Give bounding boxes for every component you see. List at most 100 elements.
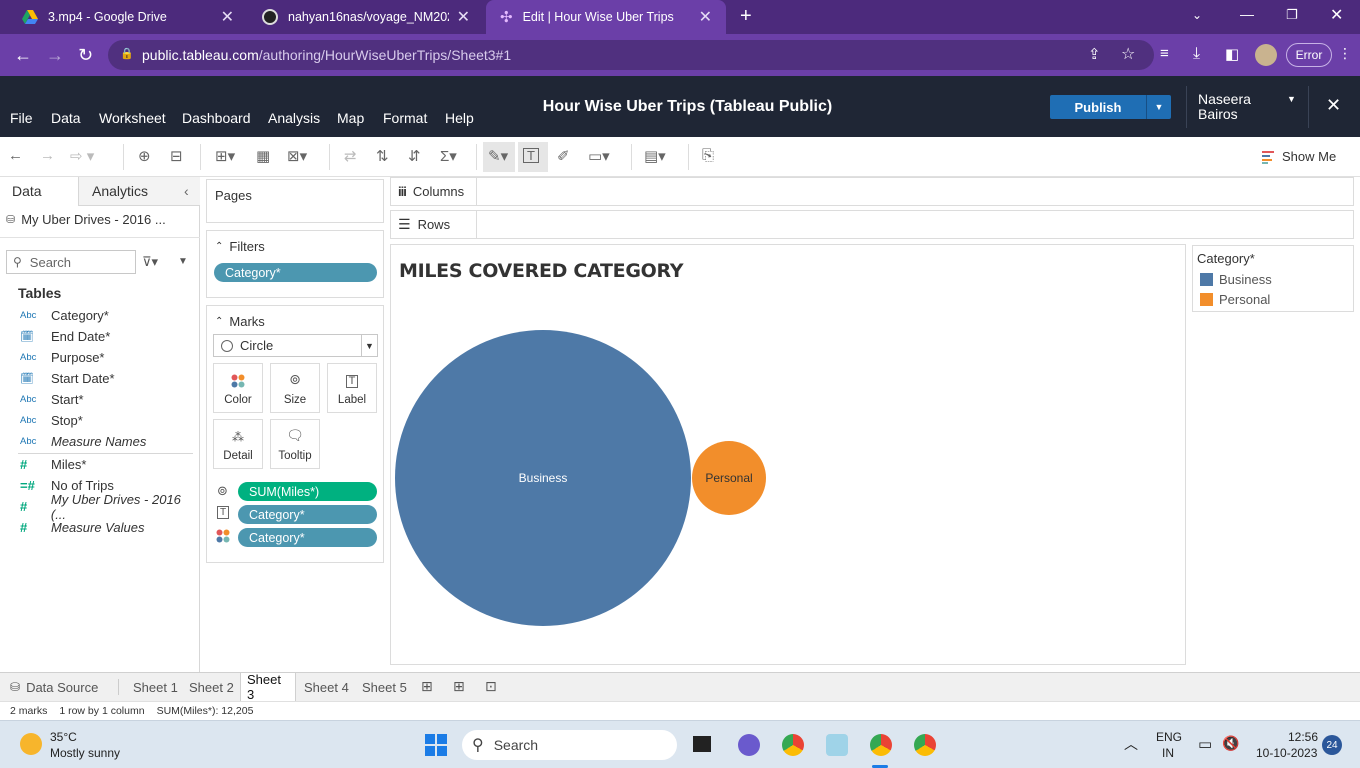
sort-ascending-icon[interactable]: ⇅ — [376, 147, 389, 165]
weather-sun-icon[interactable] — [20, 733, 42, 755]
chevron-down-icon[interactable]: ▼ — [1147, 95, 1171, 119]
chevron-down-icon[interactable]: ▼ — [1287, 94, 1296, 104]
chrome-profile-icon[interactable] — [870, 734, 892, 756]
swap-icon[interactable]: ⇄ — [344, 147, 357, 165]
undo-icon[interactable]: ← — [8, 147, 23, 164]
rows-shelf[interactable]: ☰ Rows — [390, 210, 1354, 239]
sheet-tab-5[interactable]: Sheet 5 — [356, 673, 413, 701]
close-tab-icon[interactable]: ✕ — [221, 7, 234, 27]
mark-type-dropdown[interactable]: Circle ▼ — [213, 334, 378, 357]
chrome-icon[interactable] — [782, 734, 804, 756]
tab-data[interactable]: Data — [12, 183, 42, 199]
collapse-icon[interactable]: ⌃ — [215, 241, 223, 252]
data-source-tab[interactable]: ⛁ Data Source — [4, 673, 104, 701]
show-me-button[interactable]: Show Me — [1262, 149, 1336, 164]
browser-tab-tableau[interactable]: ✣ Edit | Hour Wise Uber Trips ✕ — [486, 0, 726, 34]
forward-icon[interactable]: → — [46, 45, 64, 66]
task-view-icon[interactable] — [693, 736, 711, 752]
new-dashboard-icon[interactable]: ⊞ — [453, 678, 465, 695]
totals-icon[interactable]: Σ▾ — [440, 147, 457, 165]
marks-pill-size[interactable]: SUM(Miles*) — [238, 482, 377, 501]
field-item[interactable]: # Measure Values — [20, 517, 144, 538]
highlight-icon[interactable]: ✎▾ — [488, 147, 508, 165]
close-editor-icon[interactable]: ✕ — [1326, 95, 1341, 116]
network-icon[interactable]: ▭ — [1198, 735, 1212, 753]
bookmark-star-icon[interactable]: ☆ — [1121, 44, 1135, 64]
sheet-tab-2[interactable]: Sheet 2 — [183, 673, 240, 701]
show-labels-icon[interactable]: T — [523, 148, 539, 163]
close-tab-icon[interactable]: ✕ — [699, 7, 712, 27]
field-item[interactable]: 🗓 Start Date* — [20, 368, 115, 389]
chevron-down-icon[interactable]: ▼ — [178, 256, 188, 267]
marks-pill-color[interactable]: Category* — [238, 528, 377, 547]
chevron-up-icon[interactable]: ︿ — [1124, 734, 1138, 754]
sheet-tab-4[interactable]: Sheet 4 — [298, 673, 355, 701]
marks-tooltip-button[interactable]: 🗨 Tooltip — [270, 419, 320, 469]
close-window-icon[interactable]: ✕ — [1330, 5, 1343, 25]
field-item[interactable]: Abc Measure Names — [20, 431, 146, 452]
tab-search-icon[interactable]: ⌄ — [1192, 8, 1202, 22]
taskbar-search[interactable]: ⚲ Search — [462, 730, 677, 760]
sheet-tab-1[interactable]: Sheet 1 — [127, 673, 184, 701]
publish-button[interactable]: Publish ▼ — [1050, 95, 1171, 119]
profile-avatar[interactable] — [1255, 44, 1277, 66]
tab-analytics[interactable]: Analytics — [92, 183, 148, 199]
collapse-icon[interactable]: ⌃ — [215, 316, 223, 327]
restore-icon[interactable]: ❐ — [1286, 7, 1298, 23]
field-item[interactable]: # Miles* — [20, 454, 86, 475]
legend-item-business[interactable]: Business — [1200, 272, 1272, 287]
field-item[interactable]: # My Uber Drives - 2016 (... — [20, 492, 199, 522]
side-panel-icon[interactable]: ◧ — [1225, 45, 1239, 63]
redo-icon[interactable]: → — [40, 147, 55, 164]
new-worksheet-icon[interactable]: ⊞▾ — [215, 147, 235, 165]
reload-icon[interactable]: ↻ — [78, 45, 93, 66]
error-button[interactable]: Error — [1286, 43, 1332, 67]
notification-badge[interactable]: 24 — [1322, 735, 1342, 755]
columns-shelf[interactable]: iii Columns — [390, 177, 1354, 206]
browser-tab-github[interactable]: nahyan16nas/voyage_NM2023T ✕ — [248, 0, 484, 34]
marks-label-button[interactable]: T Label — [327, 363, 377, 413]
share-icon[interactable]: ⇪ — [1088, 45, 1101, 63]
field-item[interactable]: Abc Purpose* — [20, 347, 104, 368]
new-datasource-icon[interactable]: ⊕ — [138, 147, 151, 165]
volume-mute-icon[interactable]: 🔇 — [1222, 735, 1239, 752]
app-icon[interactable] — [826, 734, 848, 756]
field-item[interactable]: Abc Start* — [20, 389, 84, 410]
sort-descending-icon[interactable]: ⇵ — [408, 147, 421, 165]
pause-updates-icon[interactable]: ⊟ — [170, 147, 183, 165]
field-item[interactable]: Abc Stop* — [20, 410, 83, 431]
marks-pill-label[interactable]: Category* — [238, 505, 377, 524]
replay-icon[interactable]: ⇨ ▾ — [70, 147, 94, 165]
new-worksheet-icon[interactable]: ⊞ — [421, 678, 433, 695]
windows-start-icon[interactable] — [425, 734, 447, 756]
chevron-down-icon[interactable]: ▼ — [361, 335, 377, 356]
filter-fields-icon[interactable]: ⊽▾ — [142, 254, 158, 270]
pages-card[interactable]: Pages — [206, 179, 384, 223]
filters-card[interactable]: ⌃ Filters Category* — [206, 230, 384, 298]
new-story-icon[interactable]: ⊡ — [485, 678, 497, 695]
back-icon[interactable]: ← — [14, 45, 32, 66]
clear-sheet-icon[interactable]: ⊠▾ — [287, 147, 307, 165]
filter-pill-category[interactable]: Category* — [214, 263, 377, 282]
datasource-item[interactable]: ⛁ My Uber Drives - 2016 ... — [6, 212, 166, 227]
browser-menu-icon[interactable]: ⋮ — [1338, 45, 1352, 62]
browser-tab-drive[interactable]: 3.mp4 - Google Drive ✕ — [8, 0, 248, 34]
marks-size-button[interactable]: ⊚ Size — [270, 363, 320, 413]
field-item[interactable]: 🗓 End Date* — [20, 326, 110, 347]
sheet-tab-3[interactable]: Sheet 3 — [240, 672, 296, 702]
url-bar[interactable]: 🔒 public.tableau.com/authoring/HourWiseU… — [108, 40, 1154, 70]
marks-color-button[interactable]: Color — [213, 363, 263, 413]
collapse-pane-icon[interactable]: ‹ — [184, 183, 189, 199]
media-queue-icon[interactable]: ≡ — [1160, 45, 1169, 62]
close-tab-icon[interactable]: ✕ — [457, 7, 470, 27]
search-input[interactable]: ⚲ Search — [6, 250, 136, 274]
format-workbook-icon[interactable]: ✐ — [557, 147, 570, 165]
download-icon[interactable]: ⤓ — [1193, 45, 1200, 63]
presentation-mode-icon[interactable]: ▤▾ — [644, 147, 666, 165]
fit-icon[interactable]: ▭▾ — [588, 147, 610, 165]
marks-detail-button[interactable]: ⁂ Detail — [213, 419, 263, 469]
download-icon[interactable]: ⎘ — [702, 147, 714, 164]
user-menu[interactable]: Naseera Bairos — [1198, 92, 1251, 122]
new-tab-icon[interactable]: + — [740, 5, 752, 28]
chrome-icon[interactable] — [914, 734, 936, 756]
